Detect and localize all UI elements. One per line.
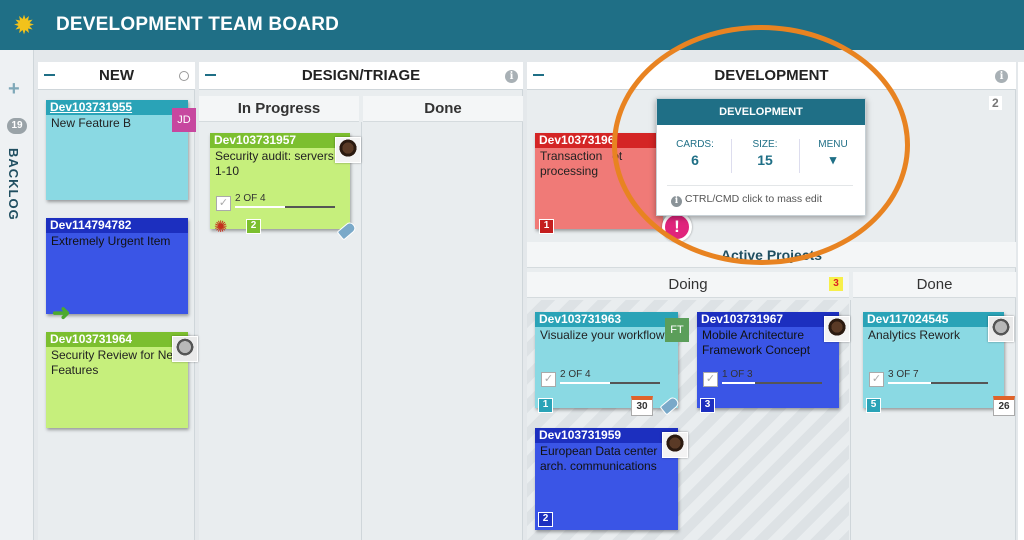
card-id[interactable]: Dev103731964 [46, 332, 188, 347]
card[interactable]: Dev103731959 European Data center arch. … [535, 428, 688, 530]
progress-text: 1 OF 3 [722, 369, 753, 380]
checkbox-icon[interactable]: ✓ [216, 196, 231, 211]
card-title: Security audit: servers 1-10 [215, 149, 334, 178]
collapse-icon[interactable] [533, 74, 544, 76]
lane-header-design[interactable]: DESIGN/TRIAGE i [199, 62, 523, 90]
progress-bar [888, 382, 988, 384]
bug-icon: ✺ [214, 219, 228, 236]
collapse-icon[interactable] [205, 74, 216, 76]
card-id[interactable]: Dev114794782 [46, 218, 188, 233]
progress-bar [722, 382, 822, 384]
wip-count-badge: 3 [829, 277, 843, 291]
progress-bar [235, 206, 335, 208]
avatar[interactable] [172, 336, 198, 362]
checkbox-icon[interactable]: ✓ [869, 372, 884, 387]
sublane-header-done[interactable]: Done [853, 272, 1016, 298]
lane-header-new[interactable]: NEW [38, 62, 195, 90]
card[interactable]: Dev103731957 Security audit: servers 1-1… [210, 133, 361, 241]
avatar[interactable] [988, 316, 1014, 342]
avatar[interactable] [662, 432, 688, 458]
calendar-icon[interactable]: 30 [631, 396, 653, 416]
top-bar: ✹ DEVELOPMENT TEAM BOARD [0, 0, 1024, 50]
progress-text: 2 OF 4 [235, 193, 266, 204]
calendar-icon[interactable]: 26 [993, 396, 1015, 416]
card[interactable]: Dev103731967 Mobile Architecture Framewo… [697, 312, 850, 413]
card-id[interactable]: Dev103731955 [46, 100, 188, 115]
avatar[interactable]: JD [172, 108, 196, 132]
lane-title: NEW [99, 67, 134, 84]
card-id[interactable]: Dev117024545 [863, 312, 1004, 327]
sublane-title: Doing [668, 276, 708, 293]
size-badge: 2 [246, 219, 261, 234]
next-lane-edge [1018, 62, 1024, 540]
progress-text: 2 OF 4 [560, 369, 591, 380]
checkbox-icon[interactable]: ✓ [703, 372, 718, 387]
sublane-header-doing[interactable]: Doing 3 [527, 272, 849, 298]
card-id[interactable]: Dev103731957 [210, 133, 350, 148]
highlight-ellipse [612, 25, 910, 265]
sublane-header-in-progress[interactable]: In Progress [199, 96, 359, 122]
lane-status-icon [179, 71, 189, 81]
card[interactable]: Dev117024545 Analytics Rework ✓ 3 OF 7 5… [863, 312, 1015, 416]
sublane-title: In Progress [237, 100, 321, 117]
card-title: Extremely Urgent Item [51, 234, 171, 248]
card-title: New Feature B [51, 116, 132, 130]
board-title: DEVELOPMENT TEAM BOARD [56, 14, 340, 35]
collapse-icon[interactable] [44, 74, 55, 76]
avatar[interactable] [335, 137, 361, 163]
sublane-divider [361, 122, 362, 540]
card[interactable]: Dev103731955 New Feature B JD [46, 100, 196, 200]
backlog-label[interactable]: BACKLOG [6, 148, 21, 221]
info-icon[interactable]: i [995, 70, 1008, 83]
card[interactable]: Dev103731963 Visualize your workflow FT … [535, 312, 689, 416]
arrow-right-icon: ➜ [52, 300, 71, 325]
avatar[interactable] [824, 316, 850, 342]
sublane-divider [850, 300, 851, 540]
card[interactable]: Dev114794782 Extremely Urgent Item ➜ [46, 218, 188, 325]
size-badge: 2 [538, 512, 553, 527]
card-id[interactable]: Dev103731963 [535, 312, 678, 327]
card-title: Visualize your workflow [540, 328, 665, 342]
progress-bar [560, 382, 660, 384]
lane-count-badge: 2 [989, 96, 1002, 110]
card-title: Security Review for New Features [51, 348, 182, 377]
size-badge: 3 [700, 398, 715, 413]
size-badge: 1 [538, 398, 553, 413]
gear-icon[interactable]: ✹ [10, 11, 38, 39]
size-badge: 1 [539, 219, 554, 234]
avatar[interactable]: FT [665, 318, 689, 342]
sublane-title: Done [424, 100, 462, 117]
progress-text: 3 OF 7 [888, 369, 919, 380]
size-badge: 5 [866, 398, 881, 413]
card-title: European Data center arch. communication… [540, 444, 658, 473]
backlog-rail[interactable]: + 19 BACKLOG [0, 50, 34, 540]
backlog-count-badge: 19 [7, 118, 27, 134]
sublane-header-done[interactable]: Done [363, 96, 523, 122]
info-icon[interactable]: i [505, 70, 518, 83]
card-id[interactable]: Dev103731967 [697, 312, 839, 327]
card-title: Analytics Rework [868, 328, 961, 342]
sublane-title: Done [916, 276, 953, 293]
add-icon[interactable]: + [8, 78, 20, 101]
card-title: Mobile Architecture Framework Concept [702, 328, 811, 357]
lane-title: DESIGN/TRIAGE [301, 67, 421, 84]
checkbox-icon[interactable]: ✓ [541, 372, 556, 387]
card[interactable]: Dev103731964 Security Review for New Fea… [46, 332, 198, 428]
card-id[interactable]: Dev103731959 [535, 428, 678, 443]
